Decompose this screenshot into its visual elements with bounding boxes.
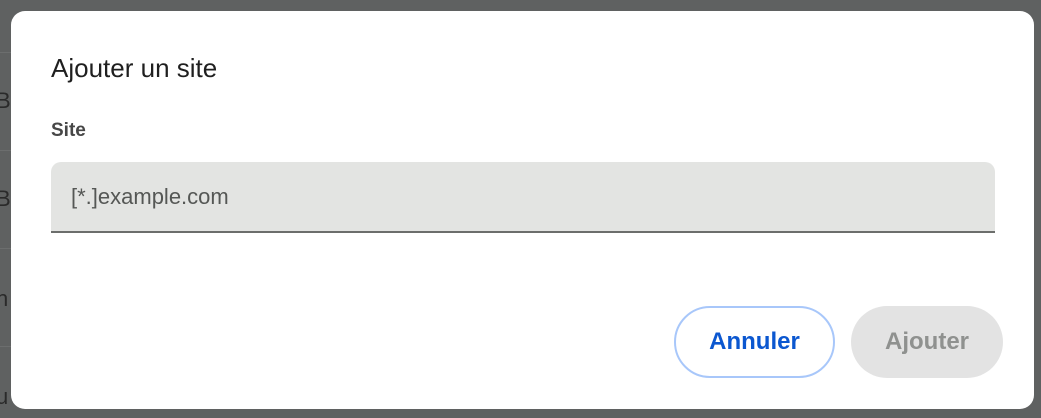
add-button[interactable]: Ajouter <box>851 306 1003 378</box>
cancel-button[interactable]: Annuler <box>674 306 835 378</box>
background-row-text: Bl <box>0 88 10 113</box>
dialog-title: Ajouter un site <box>51 53 218 83</box>
background-row-text: Bl <box>0 186 10 211</box>
site-input[interactable] <box>51 162 995 231</box>
background-row-text: u <box>0 384 9 409</box>
background-row-text: n <box>0 286 9 311</box>
add-site-dialog: Ajouter un site Site Annuler Ajouter <box>11 11 1034 409</box>
site-input-container <box>51 162 995 233</box>
site-field-label: Site <box>51 120 86 141</box>
